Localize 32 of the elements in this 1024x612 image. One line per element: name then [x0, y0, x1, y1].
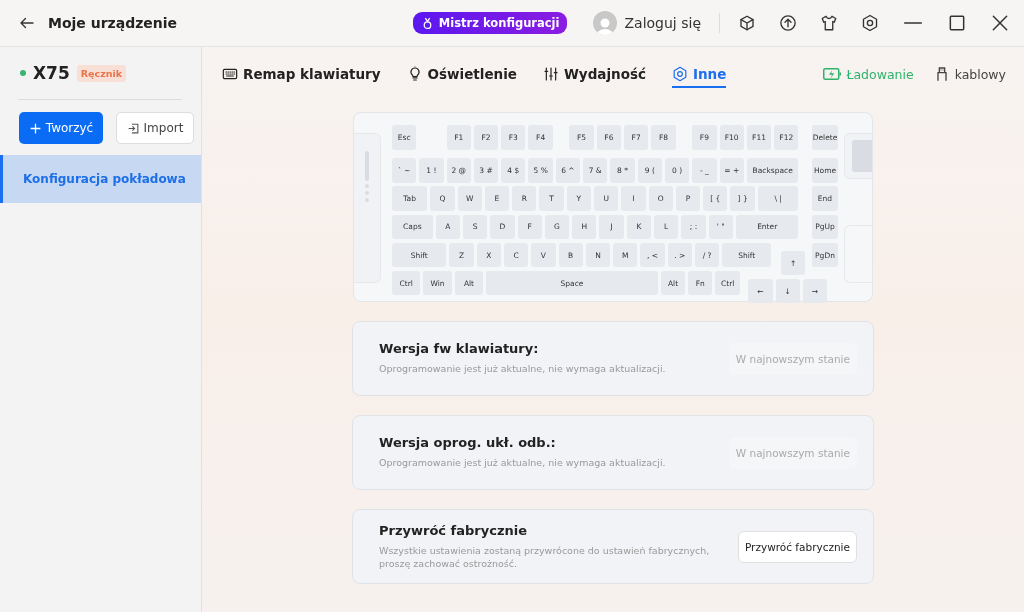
plus-icon [28, 121, 42, 135]
card-title: Wersja oprog. ukł. odb.: [379, 435, 557, 451]
card-description: Wszystkie ustawienia zostaną przywrócone do ustawień fabrycznych, proszę zachować ostrożność. [379, 543, 711, 571]
battery-icon [823, 67, 842, 81]
shirt-icon[interactable] [820, 14, 838, 32]
import-icon [126, 121, 140, 135]
hexagon-icon[interactable] [671, 66, 688, 82]
card-title: Wersja fw klawiatury: [379, 341, 540, 357]
keyboard-icon[interactable] [222, 66, 238, 82]
cube-icon[interactable] [738, 14, 756, 32]
tab[interactable]: Inne [671, 60, 727, 88]
tab[interactable]: Oświetlenie [406, 60, 517, 88]
upload-icon[interactable] [779, 14, 797, 32]
tab[interactable]: Wydajność [542, 60, 646, 88]
import-button[interactable]: Import [116, 112, 194, 144]
mode-badge: Ręcznik [76, 64, 127, 82]
card-description: Oprogramowanie jest już aktualne, nie wymaga aktualizacji. [379, 456, 667, 470]
window-title: Moje urządzenie [48, 15, 178, 31]
card-description: Oprogramowanie jest już aktualne, nie wymaga aktualizacji. [379, 362, 667, 376]
config-master-badge[interactable]: Mistrz konfiguracji [412, 12, 568, 34]
login-link[interactable]: Zaloguj się [624, 15, 701, 31]
maximize-icon[interactable] [947, 13, 967, 33]
device-name: X75 [33, 63, 70, 83]
sliders-icon[interactable] [542, 66, 559, 82]
create-button[interactable]: Tworzyć [19, 112, 103, 144]
tab[interactable]: Remap klawiatury [222, 60, 381, 88]
close-icon[interactable] [990, 13, 1010, 33]
connection-status: kablowy [933, 66, 1006, 82]
battery-status: Ładowanie [823, 66, 914, 82]
card-title: Przywróć fabrycznie [379, 522, 528, 538]
settings-icon[interactable] [861, 14, 879, 32]
action-button[interactable]: Przywróć fabrycznie [737, 530, 857, 563]
